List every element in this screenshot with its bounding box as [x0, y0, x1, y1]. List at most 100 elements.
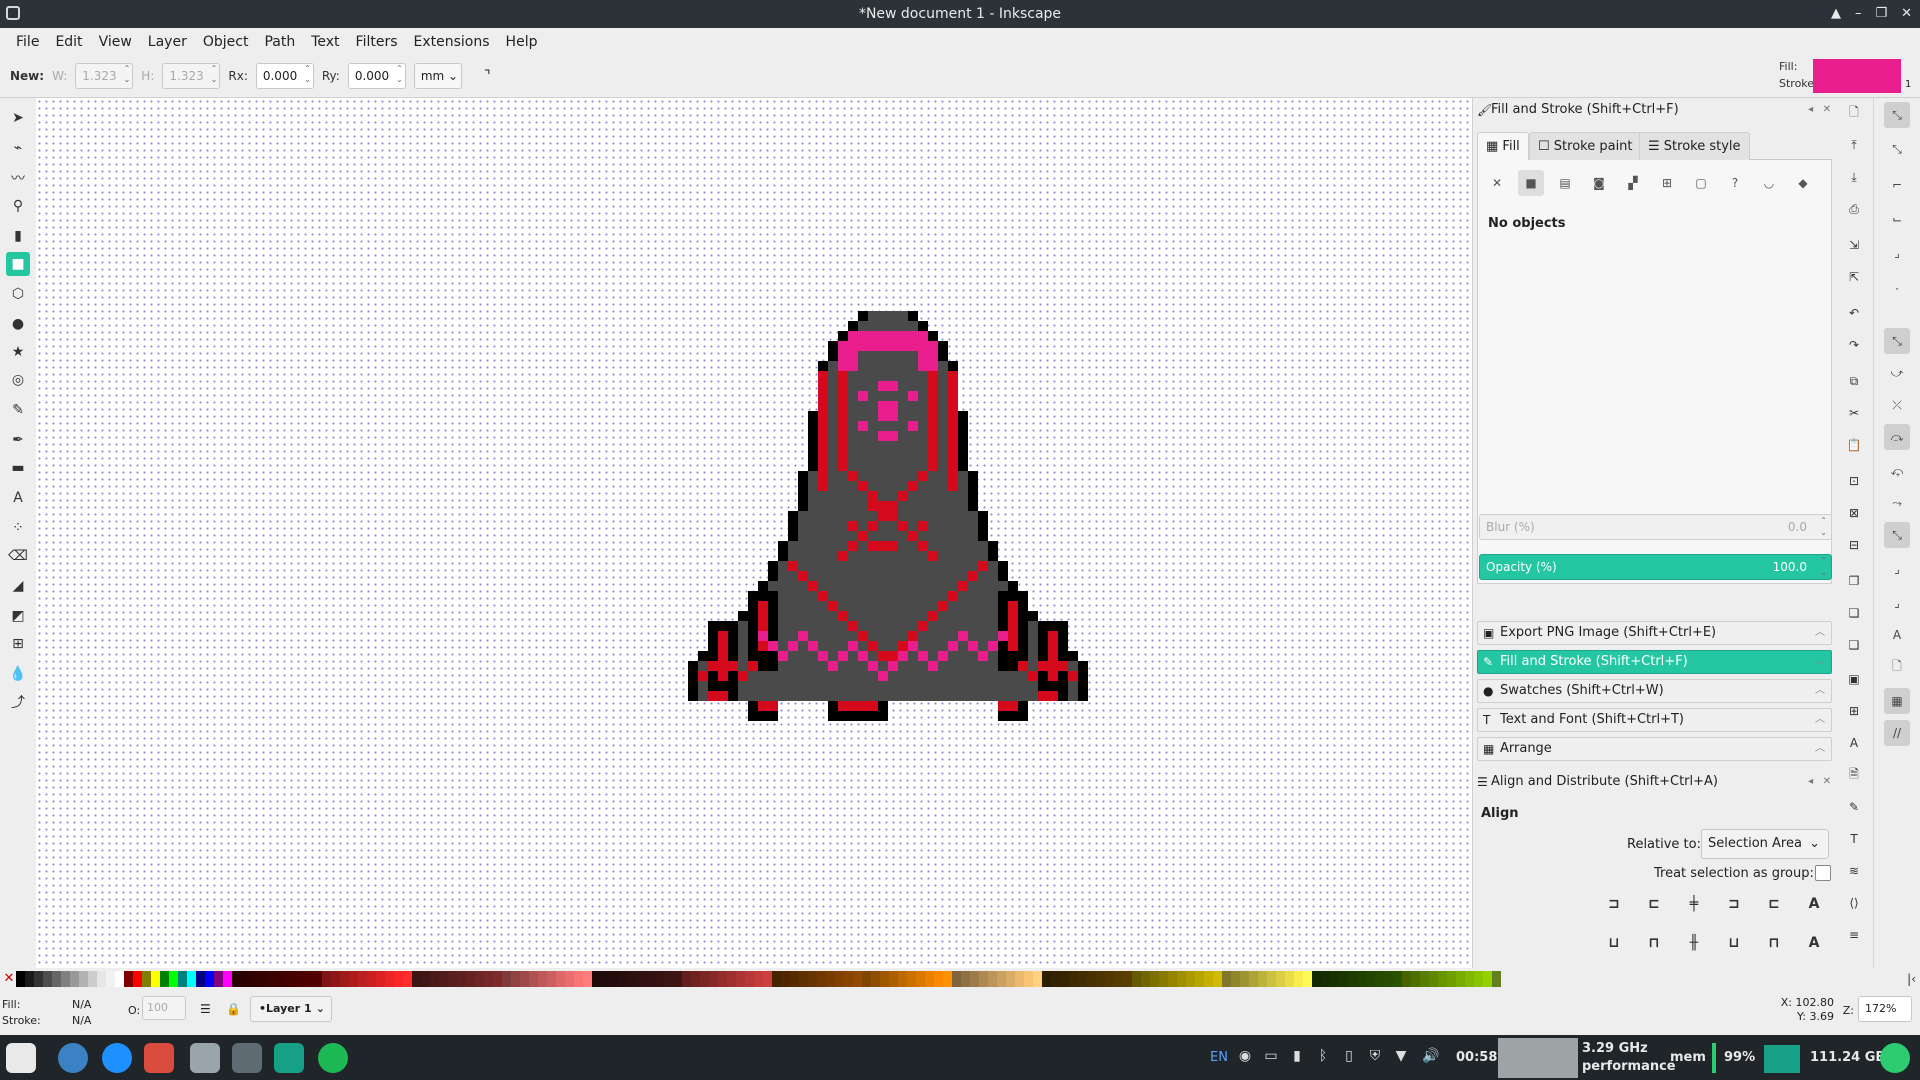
mesh-gradient-icon[interactable]: ⊞: [1654, 170, 1680, 196]
measure-tool-icon[interactable]: ▮: [6, 224, 30, 248]
palette-swatch[interactable]: [151, 971, 160, 987]
palette-swatch[interactable]: [574, 971, 583, 987]
unit-select[interactable]: mm ⌄: [413, 63, 462, 89]
palette-swatch[interactable]: [1213, 971, 1222, 987]
export-icon[interactable]: ⇱: [1843, 266, 1865, 288]
palette-swatch[interactable]: [871, 971, 880, 987]
snap-midpoints-icon[interactable]: ⤳: [1884, 490, 1910, 516]
fill-stroke-indicator[interactable]: Fill: Stroke: 1: [1775, 55, 1920, 98]
undo-icon[interactable]: ↶: [1843, 302, 1865, 324]
palette-swatch[interactable]: [1123, 971, 1132, 987]
bluetooth-icon[interactable]: ᛒ: [1314, 1047, 1332, 1065]
cut-icon[interactable]: ✂: [1843, 402, 1865, 424]
shield-icon[interactable]: ⛨: [1366, 1047, 1384, 1065]
gradient-tool-icon[interactable]: ◩: [6, 604, 30, 628]
palette-swatch[interactable]: [1186, 971, 1195, 987]
snap-bbox-corners-icon[interactable]: ⌙: [1884, 206, 1910, 232]
palette-swatch[interactable]: [520, 971, 529, 987]
palette-swatch[interactable]: [538, 971, 547, 987]
pen-tool-icon[interactable]: ✒: [6, 428, 30, 452]
tab-stroke-style[interactable]: ☰ Stroke style: [1639, 132, 1750, 160]
palette-swatch[interactable]: [1483, 971, 1492, 987]
opacity-slider[interactable]: Opacity (%) 100.0: [1479, 554, 1832, 580]
palette-swatch[interactable]: [79, 971, 88, 987]
menu-object[interactable]: Object: [195, 34, 257, 50]
snap-text-baseline-icon[interactable]: ⌟: [1884, 590, 1910, 616]
fill-swatch[interactable]: [1813, 59, 1901, 93]
palette-swatch[interactable]: [394, 971, 403, 987]
snap-smooth-nodes-icon[interactable]: ⤽: [1884, 458, 1910, 484]
palette-swatch[interactable]: [664, 971, 673, 987]
palette-swatch[interactable]: [790, 971, 799, 987]
align-cmd-icon[interactable]: ≡: [1843, 924, 1865, 946]
palette-swatch[interactable]: [1294, 971, 1303, 987]
palette-swatch[interactable]: [610, 971, 619, 987]
palette-swatch[interactable]: [754, 971, 763, 987]
align-right-edges-icon[interactable]: ⊐: [1721, 891, 1747, 917]
palette-scroll-icon[interactable]: |‹: [1907, 972, 1916, 986]
palette-swatch[interactable]: [223, 971, 232, 987]
rectangle-tool-icon[interactable]: ■: [6, 252, 30, 276]
palette-swatch[interactable]: [925, 971, 934, 987]
node-tool-icon[interactable]: ⌁: [6, 136, 30, 160]
unlink-clone-icon[interactable]: ❑: [1843, 634, 1865, 656]
palette-swatch[interactable]: [1465, 971, 1474, 987]
palette-swatch[interactable]: [601, 971, 610, 987]
palette-swatch[interactable]: [736, 971, 745, 987]
palette-swatch[interactable]: [1168, 971, 1177, 987]
menu-edit[interactable]: Edit: [47, 34, 90, 50]
palette-swatch[interactable]: [70, 971, 79, 987]
palette-swatch[interactable]: [844, 971, 853, 987]
width-input[interactable]: 1.323: [75, 63, 134, 89]
palette-swatch[interactable]: [205, 971, 214, 987]
align-bottom-to-top-icon[interactable]: ⊔: [1601, 930, 1627, 956]
rx-input[interactable]: 0.000: [255, 63, 314, 89]
palette-swatch[interactable]: [592, 971, 601, 987]
palette-swatch[interactable]: [1312, 971, 1321, 987]
snap-toggle-icon[interactable]: ⤡: [1884, 102, 1910, 128]
palette-swatch[interactable]: [1105, 971, 1114, 987]
no-color-icon[interactable]: ✕: [2, 971, 16, 987]
palette-swatch[interactable]: [853, 971, 862, 987]
palette-swatch[interactable]: [1357, 971, 1366, 987]
palette-swatch[interactable]: [439, 971, 448, 987]
palette-swatch[interactable]: [1474, 971, 1483, 987]
palette-swatch[interactable]: [1150, 971, 1159, 987]
palette-swatches[interactable]: [16, 971, 1501, 987]
palette-swatch[interactable]: [1375, 971, 1384, 987]
palette-swatch[interactable]: [718, 971, 727, 987]
group-icon[interactable]: ▣: [1843, 668, 1865, 690]
text-font-icon[interactable]: A: [1843, 732, 1865, 754]
no-paint-icon[interactable]: ✕: [1484, 170, 1510, 196]
palette-swatch[interactable]: [1303, 971, 1312, 987]
snap-guides-icon[interactable]: //: [1884, 720, 1910, 746]
palette-swatch[interactable]: [1258, 971, 1267, 987]
palette-swatch[interactable]: [106, 971, 115, 987]
palette-swatch[interactable]: [1384, 971, 1393, 987]
palette-swatch[interactable]: [1195, 971, 1204, 987]
status-opacity-input[interactable]: 100: [142, 996, 186, 1020]
palette-swatch[interactable]: [25, 971, 34, 987]
duplicate-icon[interactable]: ❐: [1843, 570, 1865, 592]
align-baseline-icon[interactable]: A: [1801, 891, 1827, 917]
palette-swatch[interactable]: [1222, 971, 1231, 987]
palette-swatch[interactable]: [493, 971, 502, 987]
ry-input[interactable]: 0.000: [347, 63, 406, 89]
palette-swatch[interactable]: [97, 971, 106, 987]
align-right-to-left-icon[interactable]: ⊐: [1601, 891, 1627, 917]
palette-swatch[interactable]: [565, 971, 574, 987]
zoom-selection-icon[interactable]: ⊡: [1843, 470, 1865, 492]
tab-stroke-paint[interactable]: ☐ Stroke paint: [1529, 132, 1642, 160]
palette-swatch[interactable]: [88, 971, 97, 987]
text-cmd-icon[interactable]: T: [1843, 828, 1865, 850]
align-bottom-edges-icon[interactable]: ⊔: [1721, 930, 1747, 956]
palette-swatch[interactable]: [1006, 971, 1015, 987]
snap-centers-icon[interactable]: ⤡: [1884, 522, 1910, 548]
palette-swatch[interactable]: [430, 971, 439, 987]
palette-swatch[interactable]: [241, 971, 250, 987]
height-input[interactable]: 1.323: [162, 63, 221, 89]
panel-swatches[interactable]: ● Swatches (Shift+Ctrl+W) ︿: [1477, 679, 1832, 703]
palette-swatch[interactable]: [961, 971, 970, 987]
palette-swatch[interactable]: [1276, 971, 1285, 987]
keyboard-layout[interactable]: EN: [1210, 1035, 1228, 1080]
